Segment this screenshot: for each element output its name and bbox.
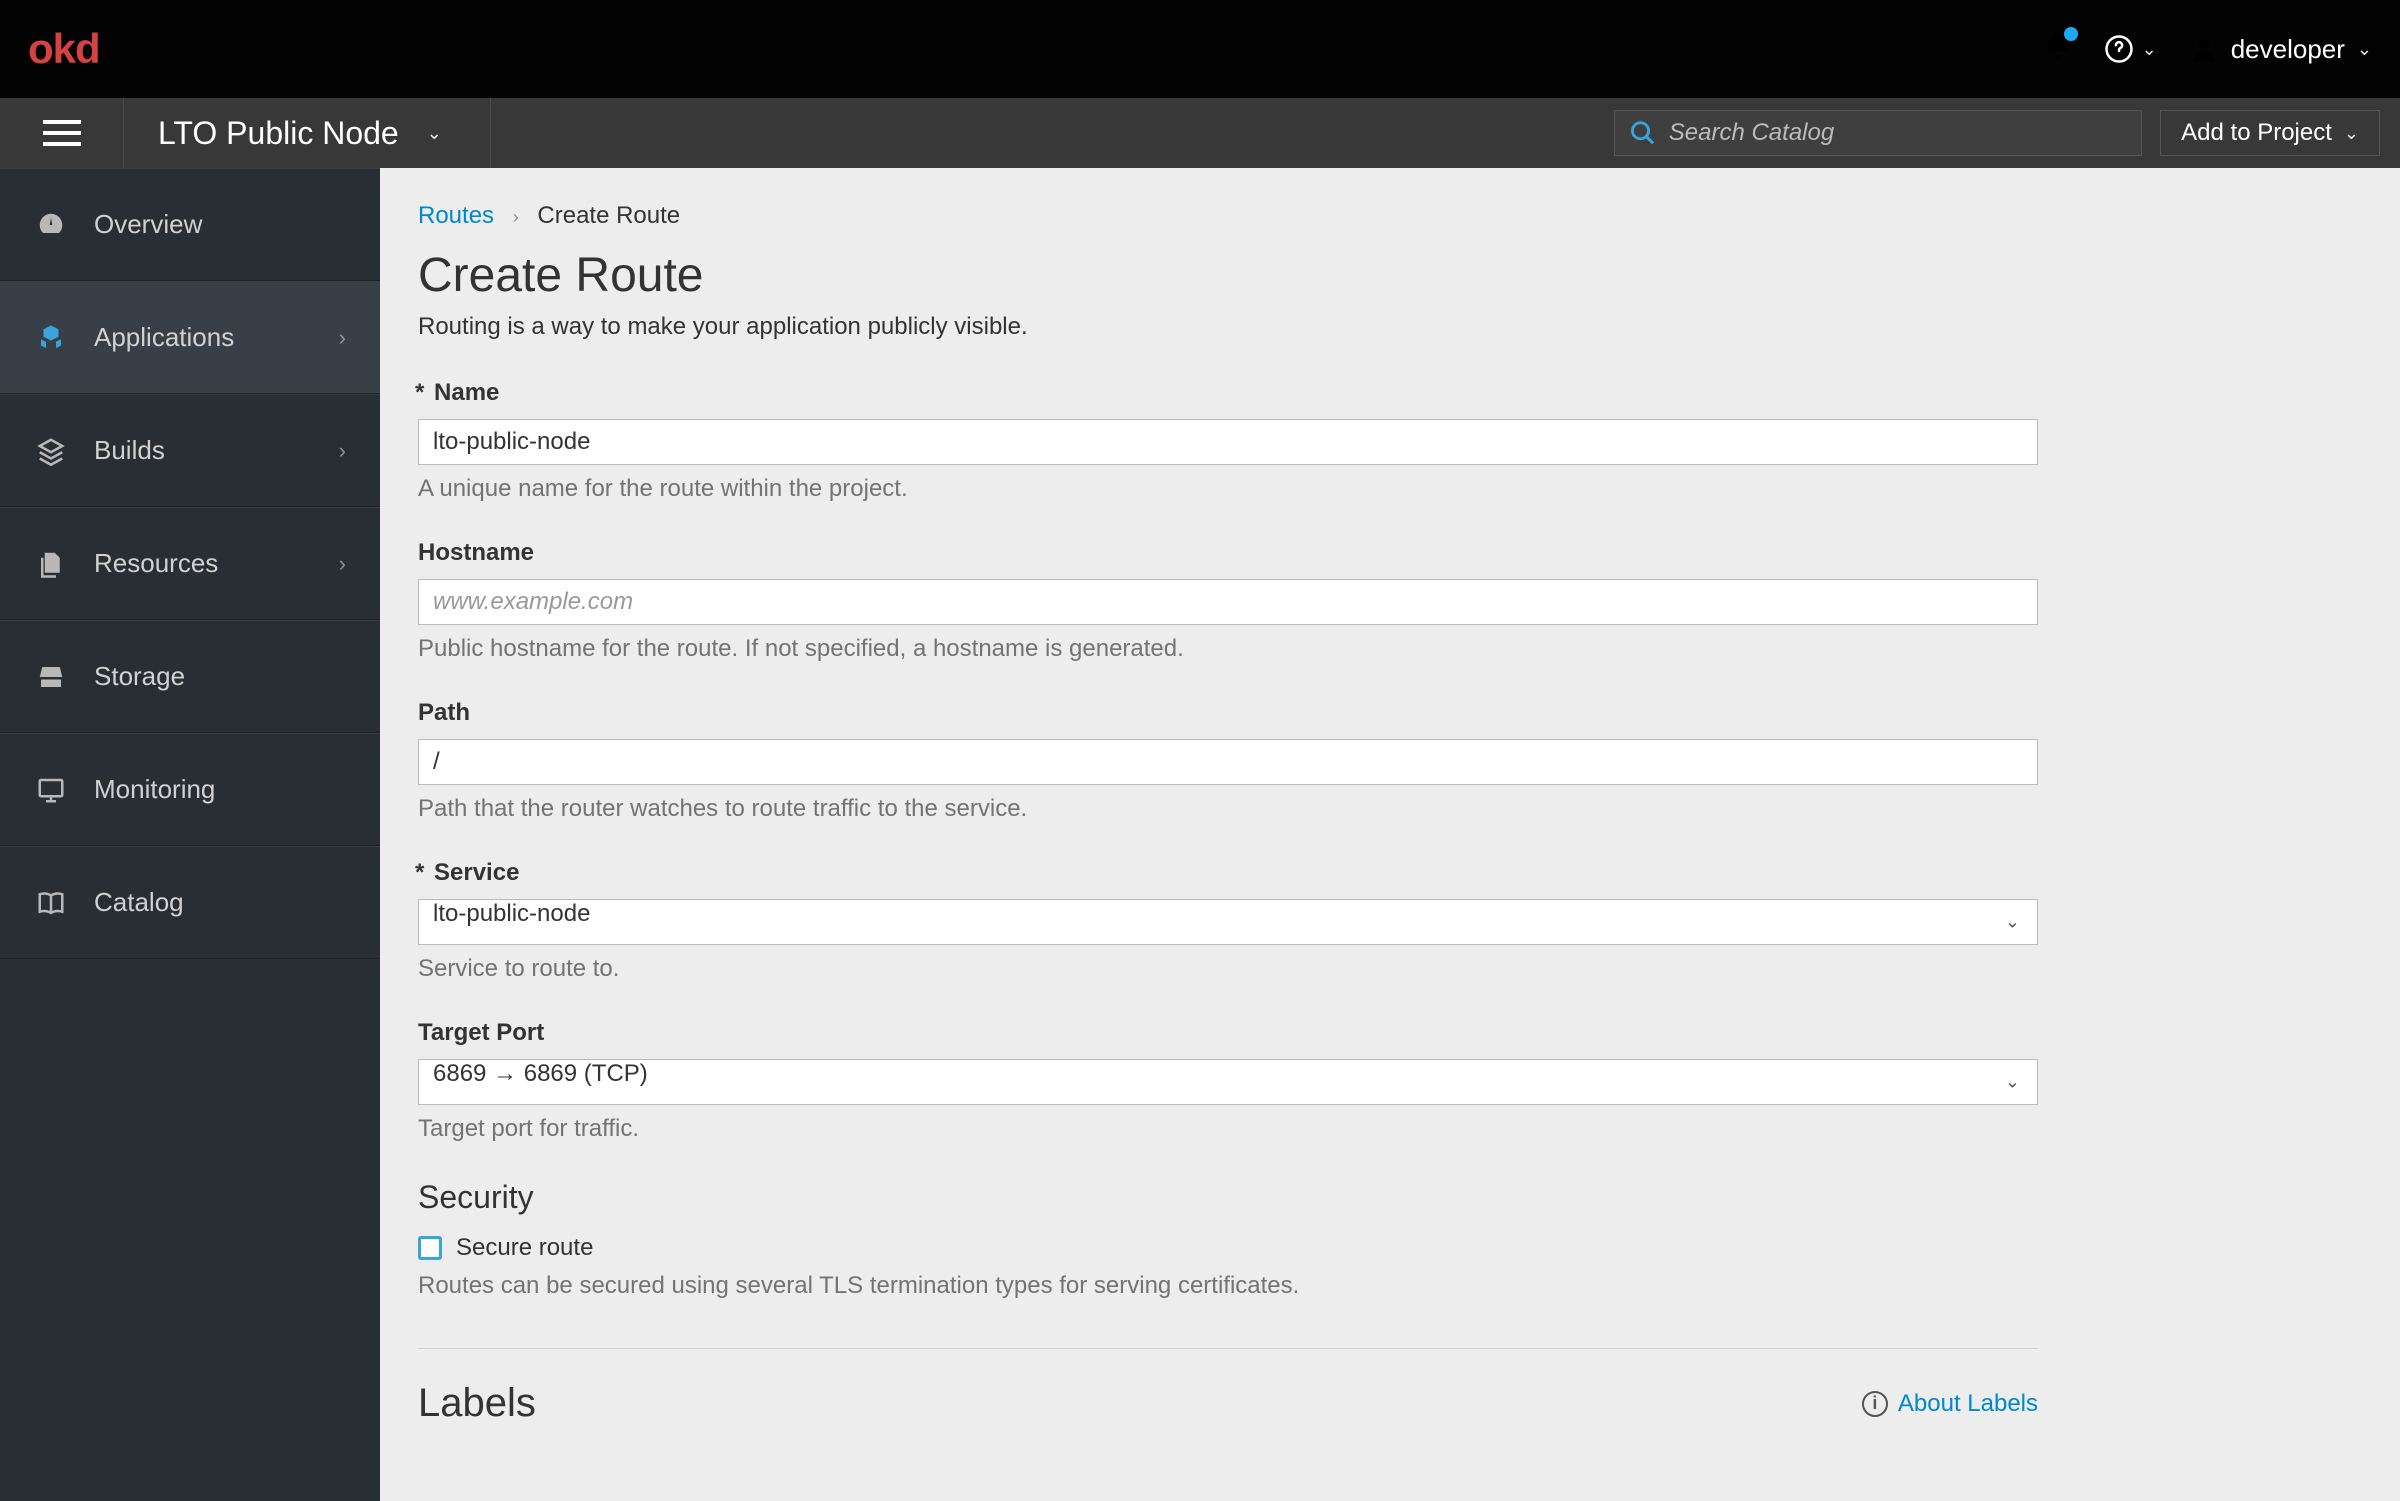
security-heading: Security bbox=[418, 1179, 2038, 1216]
sidebar-item-label: Builds bbox=[94, 435, 313, 466]
path-help: Path that the router watches to route tr… bbox=[418, 795, 2038, 823]
breadcrumb-current: Create Route bbox=[537, 202, 680, 229]
help-icon bbox=[2104, 34, 2134, 64]
add-to-project-button[interactable]: Add to Project ⌄ bbox=[2160, 110, 2380, 156]
target-port-label: Target Port bbox=[418, 1019, 2038, 1047]
labels-heading: Labels bbox=[418, 1381, 1862, 1426]
service-help: Service to route to. bbox=[418, 955, 2038, 983]
page-title: Create Route bbox=[418, 248, 2362, 303]
sidebar-item-resources[interactable]: Resources › bbox=[0, 507, 380, 620]
book-icon bbox=[34, 886, 68, 920]
sidebar: Overview Applications › Builds › Resourc… bbox=[0, 168, 380, 1501]
hostname-help: Public hostname for the route. If not sp… bbox=[418, 635, 2038, 663]
layers-icon bbox=[34, 434, 68, 468]
divider bbox=[418, 1348, 2038, 1349]
chevron-right-icon: › bbox=[339, 438, 346, 464]
user-label: developer bbox=[2231, 34, 2345, 65]
about-labels-link[interactable]: i About Labels bbox=[1862, 1390, 2038, 1418]
breadcrumb-parent-link[interactable]: Routes bbox=[418, 202, 494, 229]
secure-route-label: Secure route bbox=[456, 1234, 593, 1262]
caret-down-icon: ⌄ bbox=[2142, 39, 2157, 60]
page-description: Routing is a way to make your applicatio… bbox=[418, 313, 2362, 341]
about-labels-text: About Labels bbox=[1898, 1390, 2038, 1418]
notification-dot bbox=[2064, 27, 2078, 41]
context-bar: LTO Public Node ⌄ Add to Project ⌄ bbox=[0, 98, 2400, 168]
path-input[interactable] bbox=[418, 739, 2038, 785]
notifications-button[interactable] bbox=[2042, 31, 2072, 68]
nav-toggle-button[interactable] bbox=[0, 98, 124, 168]
secure-route-checkbox[interactable] bbox=[418, 1236, 442, 1260]
info-icon: i bbox=[1862, 1391, 1888, 1417]
sidebar-item-overview[interactable]: Overview bbox=[0, 168, 380, 281]
project-name: LTO Public Node bbox=[158, 115, 399, 152]
name-label: * Name bbox=[418, 379, 2038, 407]
service-label: * Service bbox=[418, 859, 2038, 887]
project-selector[interactable]: LTO Public Node ⌄ bbox=[124, 98, 491, 168]
caret-down-icon: ⌄ bbox=[2344, 123, 2359, 144]
sidebar-item-label: Resources bbox=[94, 548, 313, 579]
add-to-project-label: Add to Project bbox=[2181, 119, 2332, 147]
logo: okd bbox=[28, 25, 100, 73]
name-help: A unique name for the route within the p… bbox=[418, 475, 2038, 503]
sidebar-item-applications[interactable]: Applications › bbox=[0, 281, 380, 394]
help-menu[interactable]: ⌄ bbox=[2104, 34, 2157, 64]
caret-down-icon: ⌄ bbox=[427, 123, 442, 144]
chevron-right-icon: › bbox=[339, 325, 346, 351]
target-port-select[interactable]: 6869 → 6869 (TCP) bbox=[418, 1059, 2038, 1105]
sidebar-item-label: Applications bbox=[94, 322, 313, 353]
path-label: Path bbox=[418, 699, 2038, 727]
sidebar-item-catalog[interactable]: Catalog bbox=[0, 846, 380, 959]
hamburger-icon bbox=[43, 113, 81, 153]
monitor-icon bbox=[34, 773, 68, 807]
service-select[interactable]: lto-public-node bbox=[418, 899, 2038, 945]
user-icon bbox=[2189, 34, 2219, 64]
dashboard-icon bbox=[34, 208, 68, 242]
main-content: Routes › Create Route Create Route Routi… bbox=[380, 168, 2400, 1501]
catalog-search[interactable] bbox=[1614, 110, 2142, 156]
search-input[interactable] bbox=[1669, 119, 2127, 147]
sidebar-item-label: Monitoring bbox=[94, 774, 346, 805]
sidebar-item-label: Catalog bbox=[94, 887, 346, 918]
sidebar-item-storage[interactable]: Storage bbox=[0, 620, 380, 733]
user-menu[interactable]: developer ⌄ bbox=[2189, 34, 2372, 65]
files-icon bbox=[34, 547, 68, 581]
hostname-label: Hostname bbox=[418, 539, 2038, 567]
sidebar-item-label: Storage bbox=[94, 661, 346, 692]
caret-down-icon: ⌄ bbox=[2357, 39, 2372, 60]
breadcrumb-separator-icon: › bbox=[513, 207, 519, 227]
breadcrumb: Routes › Create Route bbox=[418, 202, 2362, 230]
sidebar-item-builds[interactable]: Builds › bbox=[0, 394, 380, 507]
search-icon bbox=[1629, 118, 1657, 148]
chevron-right-icon: › bbox=[339, 551, 346, 577]
name-input[interactable] bbox=[418, 419, 2038, 465]
masthead: okd ⌄ developer ⌄ bbox=[0, 0, 2400, 98]
hdd-icon bbox=[34, 660, 68, 694]
hostname-input[interactable] bbox=[418, 579, 2038, 625]
security-help: Routes can be secured using several TLS … bbox=[418, 1272, 2038, 1300]
target-port-help: Target port for traffic. bbox=[418, 1115, 2038, 1143]
sidebar-item-monitoring[interactable]: Monitoring bbox=[0, 733, 380, 846]
cubes-icon bbox=[34, 321, 68, 355]
sidebar-item-label: Overview bbox=[94, 209, 346, 240]
